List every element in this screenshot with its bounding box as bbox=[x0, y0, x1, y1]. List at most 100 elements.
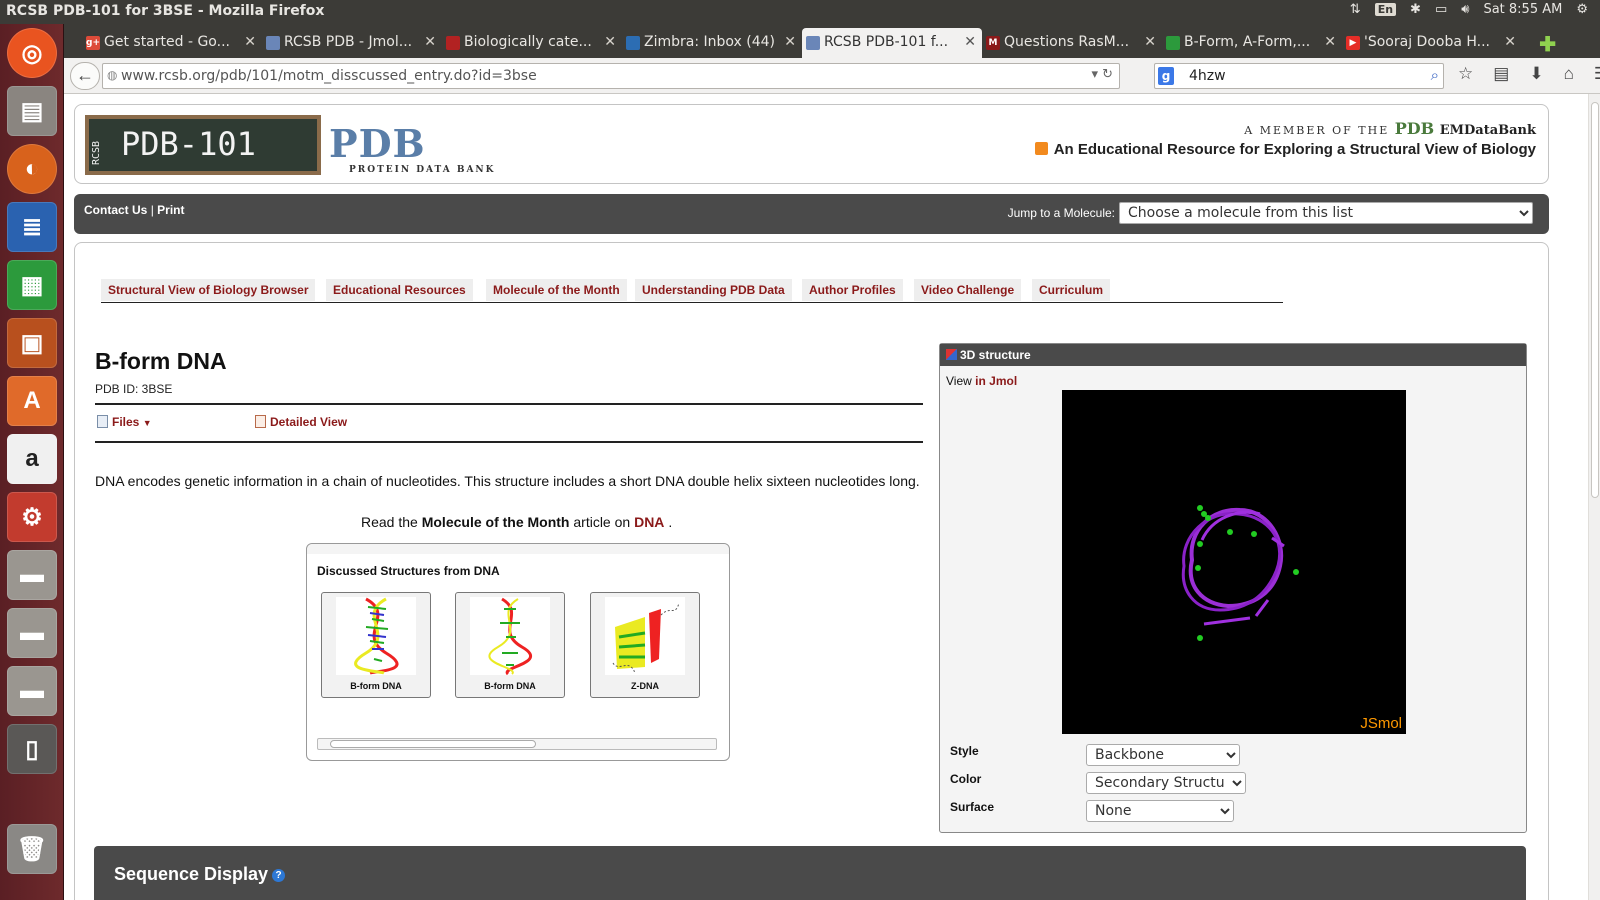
structure-thumbnail[interactable]: Z-DNA bbox=[590, 592, 700, 698]
menu-icon[interactable]: ☰ bbox=[1594, 64, 1600, 84]
style-select[interactable]: Backbone bbox=[1086, 744, 1240, 766]
close-tab-icon[interactable]: ✕ bbox=[604, 34, 616, 50]
surface-select[interactable]: None bbox=[1086, 800, 1234, 822]
keyboard-language[interactable]: En bbox=[1374, 3, 1397, 16]
color-select[interactable]: Secondary Structure bbox=[1086, 772, 1246, 794]
back-button[interactable]: ← bbox=[70, 62, 100, 90]
rss-icon[interactable] bbox=[1034, 142, 1048, 155]
close-tab-icon[interactable]: ✕ bbox=[1144, 34, 1156, 50]
browser-tab[interactable]: g+ Get started - Go... ✕ bbox=[82, 28, 262, 58]
tab-label: Biologically cate... bbox=[464, 34, 592, 50]
drive-icon[interactable]: ▬ bbox=[7, 608, 57, 658]
thumbnail-caption: B-form DNA bbox=[350, 681, 402, 691]
sequence-display-header[interactable]: Sequence Display? bbox=[94, 846, 1526, 900]
rcsb-pdb-logo[interactable]: PDB PROTEIN DATA BANK bbox=[329, 121, 493, 175]
logo-text: PDB-101 bbox=[121, 125, 256, 163]
detailed-view-link[interactable]: Detailed View bbox=[255, 415, 347, 429]
tab-favicon-icon: g+ bbox=[86, 36, 100, 50]
new-tab-button[interactable]: ✚ bbox=[1539, 32, 1556, 57]
network-icon[interactable]: ⇅ bbox=[1350, 2, 1361, 17]
url-bar[interactable]: ◍ www.rcsb.org/pdb/101/motm_disscussed_e… bbox=[102, 63, 1120, 89]
wwpdb-membership: A MEMBER OF THE PDB EMDataBank bbox=[1244, 119, 1536, 138]
search-icon[interactable]: ⌕ bbox=[1431, 66, 1439, 84]
google-search-engine-icon[interactable]: g bbox=[1158, 67, 1174, 85]
tab-author-profiles[interactable]: Author Profiles bbox=[802, 279, 903, 301]
browser-tab[interactable]: Biologically cate... ✕ bbox=[442, 28, 622, 58]
thumbnail-caption: Z-DNA bbox=[631, 681, 659, 691]
calc-icon[interactable]: ▦ bbox=[7, 260, 57, 310]
page-vertical-scrollbar[interactable] bbox=[1588, 94, 1600, 900]
volume-icon[interactable]: 🔊︎ bbox=[1461, 2, 1469, 17]
phone-device-icon[interactable]: ▯ bbox=[7, 724, 57, 774]
close-tab-icon[interactable]: ✕ bbox=[244, 34, 256, 50]
browser-tab-bar: g+ Get started - Go... ✕ RCSB PDB - Jmol… bbox=[64, 24, 1600, 58]
browser-tab[interactable]: M Questions RasM... ✕ bbox=[982, 28, 1162, 58]
writer-icon[interactable]: ≣ bbox=[7, 202, 57, 252]
emdatabank-logo[interactable]: EMDataBank bbox=[1440, 123, 1536, 138]
browser-tab[interactable]: B-Form, A-Form,... ✕ bbox=[1162, 28, 1342, 58]
close-tab-icon[interactable]: ✕ bbox=[964, 34, 976, 50]
pdb-logo-subtitle: PROTEIN DATA BANK bbox=[349, 165, 496, 175]
battery-icon[interactable]: ▭ bbox=[1435, 2, 1447, 17]
molecule-select[interactable]: Choose a molecule from this list bbox=[1119, 202, 1533, 224]
box-header-strip bbox=[307, 544, 729, 554]
structure-thumbnail[interactable]: B-form DNA bbox=[321, 592, 431, 698]
ubuntu-dash-icon[interactable]: ◎ bbox=[7, 28, 57, 78]
close-tab-icon[interactable]: ✕ bbox=[1504, 34, 1516, 50]
drive-icon[interactable]: ▬ bbox=[7, 666, 57, 716]
firefox-icon[interactable]: ◐ bbox=[7, 144, 57, 194]
scrollbar-thumb[interactable] bbox=[330, 740, 536, 748]
files-icon[interactable]: ▤ bbox=[7, 86, 57, 136]
tab-molecule-of-the-month[interactable]: Molecule of the Month bbox=[486, 279, 627, 301]
browser-tab[interactable]: Zimbra: Inbox (44) ✕ bbox=[622, 28, 802, 58]
help-icon[interactable]: ? bbox=[272, 869, 286, 882]
close-tab-icon[interactable]: ✕ bbox=[1324, 34, 1336, 50]
unity-launcher: ◎ ▤ ◐ ≣ ▦ ▣ A a ⚙ ▬ ▬ ▬ ▯ 🗑︎ bbox=[0, 24, 64, 900]
tab-understanding-pdb-data[interactable]: Understanding PDB Data bbox=[635, 279, 792, 301]
search-input[interactable]: 4hzw bbox=[1189, 68, 1226, 84]
reload-icon[interactable]: ▾ ↻ bbox=[1091, 67, 1113, 82]
print-link[interactable]: Print bbox=[157, 203, 184, 217]
clock[interactable]: Sat 8:55 AM bbox=[1483, 2, 1562, 17]
tab-label: B-Form, A-Form,... bbox=[1184, 34, 1311, 50]
horizontal-scrollbar[interactable] bbox=[317, 738, 717, 750]
structure-thumbnail[interactable]: B-form DNA bbox=[455, 592, 565, 698]
browser-tab[interactable]: ▶ 'Sooraj Dooba H... ✕ bbox=[1342, 28, 1522, 58]
jump-label: Jump to a Molecule: bbox=[1007, 206, 1115, 220]
jsmol-viewer[interactable]: JSmol bbox=[1062, 390, 1406, 734]
amazon-icon[interactable]: a bbox=[7, 434, 57, 484]
bookmarks-list-icon[interactable]: ▤ bbox=[1493, 64, 1509, 84]
divider bbox=[95, 403, 923, 405]
tab-label: RCSB PDB - Jmol... bbox=[284, 34, 413, 50]
system-settings-icon[interactable]: ⚙ bbox=[7, 492, 57, 542]
close-tab-icon[interactable]: ✕ bbox=[424, 34, 436, 50]
trash-icon[interactable]: 🗑︎ bbox=[7, 824, 57, 874]
dna-article-link[interactable]: DNA bbox=[634, 514, 664, 530]
wwpdb-logo[interactable]: PDB bbox=[1395, 119, 1434, 138]
home-icon[interactable]: ⌂ bbox=[1564, 64, 1574, 84]
bookmark-star-icon[interactable]: ☆ bbox=[1458, 64, 1473, 84]
bluetooth-icon[interactable]: ✱ bbox=[1410, 2, 1421, 17]
impress-icon[interactable]: ▣ bbox=[7, 318, 57, 368]
files-dropdown[interactable]: Files ▼ bbox=[97, 415, 152, 429]
close-tab-icon[interactable]: ✕ bbox=[784, 34, 796, 50]
pdb101-logo[interactable]: RCSB PDB-101 bbox=[85, 115, 321, 175]
tab-label: 'Sooraj Dooba H... bbox=[1364, 34, 1490, 50]
tab-structural-view[interactable]: Structural View of Biology Browser bbox=[101, 279, 316, 301]
contact-us-link[interactable]: Contact Us bbox=[84, 203, 147, 217]
read-motm-line: Read the Molecule of the Month article o… bbox=[361, 514, 672, 530]
tab-curriculum[interactable]: Curriculum bbox=[1032, 279, 1111, 301]
search-bar[interactable]: g 4hzw ⌕ bbox=[1154, 63, 1444, 89]
downloads-icon[interactable]: ⬇ bbox=[1529, 64, 1543, 84]
settings-gear-icon[interactable]: ⚙ bbox=[1576, 2, 1588, 17]
browser-tab-active[interactable]: RCSB PDB-101 f... ✕ bbox=[802, 28, 982, 58]
divider bbox=[95, 441, 923, 443]
browser-tab[interactable]: RCSB PDB - Jmol... ✕ bbox=[262, 28, 442, 58]
drive-icon[interactable]: ▬ bbox=[7, 550, 57, 600]
scrollbar-thumb[interactable] bbox=[1591, 102, 1599, 498]
software-center-icon[interactable]: A bbox=[7, 376, 57, 426]
view-in-jmol-link[interactable]: in Jmol bbox=[975, 374, 1017, 388]
pdb-logo-text: PDB bbox=[329, 121, 426, 166]
tab-educational-resources[interactable]: Educational Resources bbox=[326, 279, 473, 301]
tab-video-challenge[interactable]: Video Challenge bbox=[914, 279, 1022, 301]
